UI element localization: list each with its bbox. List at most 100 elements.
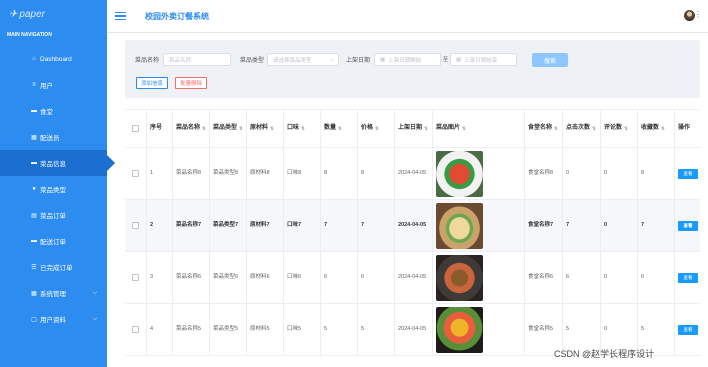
- col-header-type[interactable]: 菜品类型 ⇅: [210, 110, 247, 147]
- cell-image: [433, 148, 525, 199]
- dish-image[interactable]: [436, 202, 483, 249]
- row-checkbox[interactable]: [125, 252, 147, 303]
- watermark: CSDN @赵学长程序设计: [554, 349, 655, 359]
- logo[interactable]: ✈ paper: [0, 0, 107, 28]
- sidebar-item-users[interactable]: ≡ 用户: [0, 72, 107, 98]
- select-placeholder: 请选择菜品类型: [273, 57, 312, 64]
- col-header-label: 上架日期: [398, 124, 423, 131]
- sort-icon[interactable]: ⇅: [624, 125, 628, 132]
- add-button[interactable]: 添加信息: [136, 77, 169, 89]
- cell-type: 菜品类型6: [210, 252, 247, 303]
- calendar-icon: ▦: [380, 56, 386, 63]
- date-start-input[interactable]: ▦ 上架日期開始: [374, 53, 442, 66]
- sort-icon[interactable]: ⇅: [424, 125, 428, 132]
- sidebar-item-dish-orders[interactable]: ▤ 菜品订单: [0, 202, 107, 228]
- col-header-comments[interactable]: 评论数 ⇅: [601, 110, 638, 147]
- sidebar-item-canteen[interactable]: ▬ 食堂: [0, 98, 107, 124]
- search-name-label: 菜品名称: [135, 58, 160, 64]
- row-checkbox[interactable]: [125, 304, 147, 355]
- sidebar-item-dish-info[interactable]: ▬ 菜品信息: [0, 150, 115, 176]
- view-button[interactable]: 查看: [678, 324, 698, 335]
- cell-name: 菜品名称7: [173, 200, 210, 251]
- cell-actions: 查看: [675, 200, 700, 251]
- col-header-actions: 操作: [678, 124, 691, 131]
- cell-favorites: 6: [638, 252, 675, 303]
- sidebar-item-completed-orders[interactable]: ☰ 已完成订单: [0, 254, 107, 280]
- col-header-price[interactable]: 价格 ⇅: [358, 110, 395, 147]
- cell-qty: 7: [321, 200, 358, 251]
- col-header-date[interactable]: 上架日期 ⇅: [395, 110, 433, 147]
- select-all-checkbox[interactable]: [125, 110, 147, 147]
- col-header-name[interactable]: 菜品名称 ⇅: [173, 110, 210, 147]
- more-icon[interactable]: ⋮: [694, 10, 702, 19]
- home-icon: ⌂: [32, 56, 36, 62]
- date-range-separator: 至: [443, 57, 449, 63]
- sidebar-item-dish-type[interactable]: ● 菜品类型: [0, 176, 107, 202]
- search-button[interactable]: 搜索: [532, 53, 568, 67]
- col-header-material[interactable]: 原材料 ⇅: [247, 110, 284, 147]
- sidebar-item-label: 菜品信息: [40, 161, 66, 168]
- sort-icon[interactable]: ⇅: [375, 125, 379, 132]
- grid-icon: ▦: [31, 290, 37, 297]
- cell-qty: 8: [321, 148, 358, 199]
- table-row[interactable]: 2 菜品名称7 菜品类型7 原材料7 口味7 7 7 2024-04-05 食堂…: [125, 200, 700, 252]
- batch-delete-button[interactable]: 批量删除: [175, 77, 208, 89]
- col-header-label: 口味: [287, 124, 300, 131]
- sort-icon[interactable]: ⇅: [301, 125, 305, 132]
- col-header-label: 原材料: [250, 124, 269, 131]
- row-checkbox[interactable]: [125, 200, 147, 251]
- chevron-down-icon: ⌵: [92, 315, 97, 322]
- chevron-down-icon: ⌵: [92, 289, 97, 296]
- sort-icon[interactable]: ⇅: [592, 125, 596, 132]
- row-checkbox[interactable]: [125, 148, 147, 199]
- sort-icon[interactable]: ⇅: [661, 125, 665, 132]
- page-title: 校园外卖订餐系统: [145, 11, 209, 21]
- col-header-canteen[interactable]: 食堂名称 ⇅: [525, 110, 563, 147]
- col-header-label: 点击次数: [566, 124, 591, 131]
- col-header-image[interactable]: 菜品图片 ⇅: [433, 110, 525, 147]
- table-row[interactable]: 1 菜品名称8 菜品类型8 原材料8 口味8 8 8 2024-04-05 食堂…: [125, 148, 700, 200]
- logo-text: paper: [19, 8, 45, 20]
- sort-icon[interactable]: ⇅: [270, 125, 274, 132]
- sidebar-item-courier[interactable]: ▦ 配送员: [0, 124, 107, 150]
- menu-toggle-icon[interactable]: [115, 11, 126, 21]
- cell-taste: 口味7: [284, 200, 321, 251]
- search-type-select[interactable]: 请选择菜品类型 ⌵: [267, 53, 340, 66]
- view-button[interactable]: 查看: [678, 168, 698, 179]
- view-button[interactable]: 查看: [678, 272, 698, 283]
- cell-canteen: 食堂名称7: [525, 200, 563, 251]
- sidebar-item-label: 食堂: [40, 109, 53, 116]
- sort-icon[interactable]: ⇅: [239, 125, 243, 132]
- sidebar-item-system[interactable]: ▦ 系统管理 ⌵: [0, 280, 107, 306]
- cell-favorites: 8: [638, 148, 675, 199]
- search-date-label: 上架日期: [346, 58, 371, 64]
- sort-icon[interactable]: ⇅: [202, 125, 206, 132]
- cell-date: 2024-04-05: [395, 304, 433, 355]
- dish-image[interactable]: [436, 254, 483, 301]
- cell-material: 原材料8: [247, 148, 284, 199]
- col-header-clicks[interactable]: 点击次数 ⇅: [563, 110, 601, 147]
- dish-image[interactable]: [436, 306, 483, 353]
- sort-icon[interactable]: ⇅: [338, 125, 342, 132]
- folder-icon: ▬: [31, 108, 37, 114]
- col-header-qty[interactable]: 数量 ⇅: [321, 110, 358, 147]
- col-header-taste[interactable]: 口味 ⇅: [284, 110, 321, 147]
- table-row[interactable]: 3 菜品名称6 菜品类型6 原材料6 口味6 6 6 2024-04-05 食堂…: [125, 252, 700, 304]
- col-header-label: 菜品类型: [213, 124, 238, 131]
- sidebar-item-delivery-orders[interactable]: ▬ 配送订单: [0, 228, 107, 254]
- sidebar-item-dashboard[interactable]: ⌂ Dashboard: [0, 46, 107, 72]
- date-end-input[interactable]: ▦ 上架日期結束: [450, 53, 518, 66]
- sliders-icon: ☰: [31, 264, 37, 271]
- sort-icon[interactable]: ⇅: [462, 125, 466, 132]
- cell-clicks: 6: [563, 252, 601, 303]
- sort-icon[interactable]: ⇅: [554, 125, 558, 132]
- top-bar: 校园外卖订餐系统 ⋮: [107, 0, 708, 33]
- cell-material: 原材料7: [247, 200, 284, 251]
- sidebar-item-profile[interactable]: ▢ 用户资料 ⌵: [0, 306, 107, 332]
- nav-list: ⌂ Dashboard ≡ 用户 ▬ 食堂 ▦ 配送员 ▬ 菜品信息 ● 菜品类型 ▤ 菜品订…: [0, 46, 115, 332]
- view-button[interactable]: 查看: [678, 220, 698, 231]
- col-header-favorites[interactable]: 收藏数 ⇅: [638, 110, 675, 147]
- dish-image[interactable]: [436, 150, 483, 197]
- sidebar-item-label: 菜品类型: [40, 187, 66, 194]
- search-name-input[interactable]: 菜品名称: [163, 53, 232, 66]
